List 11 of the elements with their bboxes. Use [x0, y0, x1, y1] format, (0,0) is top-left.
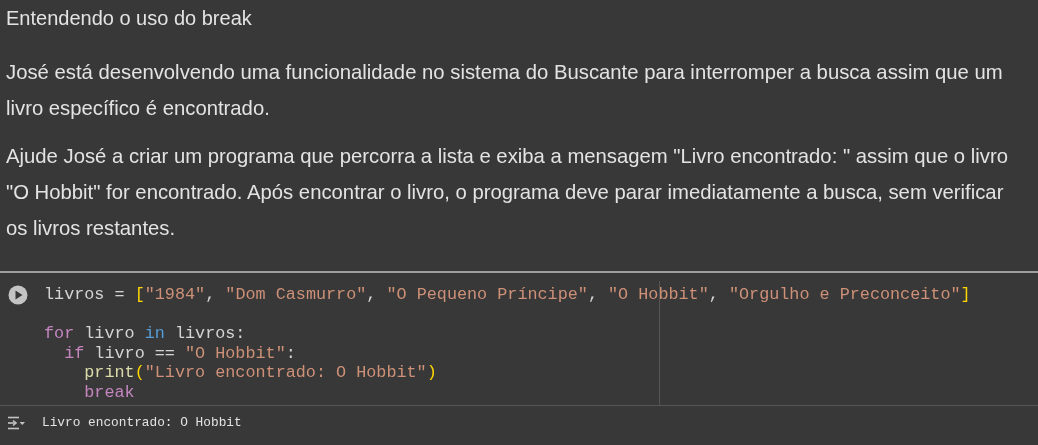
- output-toggle-icon[interactable]: [6, 415, 26, 430]
- run-button-icon[interactable]: [8, 285, 28, 305]
- paragraph: José está desenvolvendo uma funcionalidade no sistema do Buscante para interromper a busca assim que um livro específico é encontrado.: [6, 60, 1004, 121]
- paragraph: Ajude José a criar um programa que percorra a lista e exiba a mensagem "Livro encontrado: " assim que o livro "O Hobbit" for encontrado. Após encontrar o livro, o programa deve parar imediatamente a busca, sem verificar os livros restantes.: [6, 144, 1009, 241]
- output-text: Livro encontrado: O Hobbit: [42, 415, 242, 430]
- code-line: for livro in livros:: [44, 324, 246, 344]
- code-line: break: [84, 382, 135, 402]
- code-line: print("Livro encontrado: O Hobbit"): [84, 363, 437, 383]
- code-line: if livro == "O Hobbit":: [64, 343, 296, 363]
- section-title: Entendendo o uso do break: [6, 6, 253, 31]
- code-line: livros = ["1984", "Dom Casmurro", "O Pequeno Príncipe", "O Hobbit", "Orgulho e Preconceito"]: [44, 285, 971, 305]
